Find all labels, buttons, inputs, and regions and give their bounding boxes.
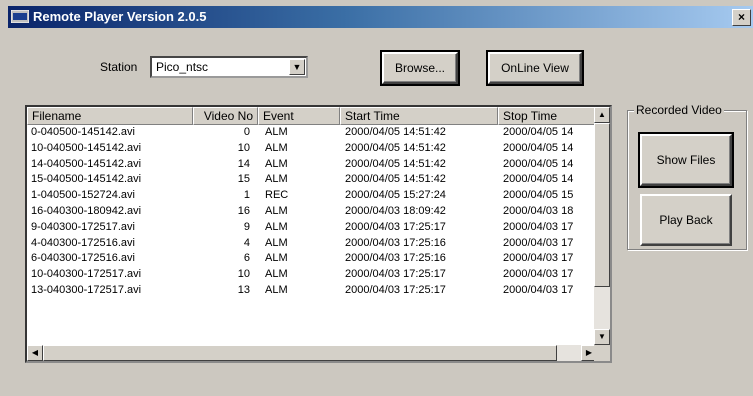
cell-start-time: 2000/04/03 17:25:17	[345, 284, 446, 296]
table-row[interactable]: 1-040500-152724.avi 1 REC 2000/04/05 15:27:…	[27, 188, 597, 204]
table-row[interactable]: 4-040300-172516.avi 4 ALM 2000/04/03 17:25:…	[27, 236, 597, 252]
station-dropdown[interactable]: Pico_ntsc ▼	[150, 56, 308, 78]
cell-event: ALM	[265, 284, 288, 296]
column-header-stop-time[interactable]: Stop Time	[498, 107, 597, 125]
cell-filename: 15-040500-145142.avi	[31, 173, 142, 186]
cell-video-no: 0	[243, 126, 250, 138]
scroll-down-icon[interactable]: ▼	[594, 329, 610, 345]
cell-start-time: 2000/04/05 15:27:24	[345, 189, 446, 202]
online-view-button-label: OnLine View	[501, 61, 569, 75]
cell-stop-time: 2000/04/05 14	[503, 126, 574, 138]
recorded-video-group-label: Recorded Video	[634, 103, 724, 117]
cell-start-time: 2000/04/03 17:25:17	[345, 220, 446, 233]
title-bar[interactable]: Remote Player Version 2.0.5 ×	[8, 6, 753, 28]
cell-filename: 10-040300-172517.avi	[31, 268, 142, 281]
scroll-up-icon[interactable]: ▲	[594, 107, 610, 123]
cell-stop-time: 2000/04/03 17	[503, 284, 574, 296]
horizontal-scrollbar[interactable]: ◀ ▶	[27, 345, 597, 361]
horizontal-scroll-thumb[interactable]	[43, 345, 557, 361]
browse-button[interactable]: Browse...	[380, 50, 460, 86]
cell-stop-time: 2000/04/05 14	[503, 141, 574, 154]
vertical-scroll-thumb[interactable]	[594, 123, 610, 287]
remote-player-window: Remote Player Version 2.0.5 × Station Pi…	[0, 0, 753, 396]
cell-start-time: 2000/04/03 18:09:42	[345, 205, 446, 217]
cell-stop-time: 2000/04/05 14	[503, 157, 574, 170]
cell-event: ALM	[265, 126, 288, 138]
cell-start-time: 2000/04/05 14:51:42	[345, 157, 446, 170]
cell-video-no: 4	[243, 236, 250, 249]
cell-video-no: 15	[237, 173, 250, 186]
column-header-start-time[interactable]: Start Time	[340, 107, 498, 125]
online-view-button[interactable]: OnLine View	[486, 50, 584, 86]
cell-filename: 9-040300-172517.avi	[31, 220, 135, 233]
cell-event: ALM	[265, 220, 288, 233]
cell-video-no: 9	[243, 220, 250, 233]
table-row[interactable]: 6-040300-172516.avi 6 ALM 2000/04/03 17:25:…	[27, 251, 597, 267]
show-files-button[interactable]: Show Files	[638, 132, 734, 188]
cell-filename: 0-040500-145142.avi	[31, 126, 135, 138]
scroll-left-icon[interactable]: ◀	[27, 345, 43, 361]
cell-stop-time: 2000/04/03 17	[503, 252, 574, 265]
cell-event: ALM	[265, 268, 288, 281]
table-row[interactable]: 16-040300-180942.avi 16 ALM 2000/04/03 18:0…	[27, 204, 597, 220]
cell-event: ALM	[265, 236, 288, 249]
column-header-video-no[interactable]: Video No	[193, 107, 258, 125]
cell-event: ALM	[265, 252, 288, 265]
cell-start-time: 2000/04/05 14:51:42	[345, 126, 446, 138]
cell-event: ALM	[265, 205, 288, 217]
table-row[interactable]: 15-040500-145142.avi 15 ALM 2000/04/05 14:5…	[27, 172, 597, 188]
table-row[interactable]: 10-040300-172517.avi 10 ALM 2000/04/03 17:2…	[27, 267, 597, 283]
table-row[interactable]: 13-040300-172517.avi 13 ALM 2000/04/03 17:2…	[27, 283, 597, 299]
cell-stop-time: 2000/04/05 14	[503, 173, 574, 186]
station-label: Station	[100, 60, 138, 74]
cell-filename: 14-040500-145142.avi	[31, 157, 142, 170]
cell-filename: 6-040300-172516.avi	[31, 252, 135, 265]
table-row[interactable]: 9-040300-172517.avi 9 ALM 2000/04/03 17:25:…	[27, 220, 597, 236]
cell-start-time: 2000/04/05 14:51:42	[345, 173, 446, 186]
table-row[interactable]: 0-040500-145142.avi 0 ALM 2000/04/05 14:51:…	[27, 125, 597, 141]
cell-video-no: 10	[237, 268, 250, 281]
column-header-event[interactable]: Event	[258, 107, 340, 125]
cell-video-no: 6	[243, 252, 250, 265]
show-files-button-label: Show Files	[656, 153, 716, 167]
play-back-button[interactable]: Play Back	[640, 194, 732, 246]
cell-video-no: 10	[237, 141, 250, 154]
table-row[interactable]: 14-040500-145142.avi 14 ALM 2000/04/05 14:5…	[27, 157, 597, 173]
cell-video-no: 16	[237, 205, 250, 217]
cell-video-no: 14	[237, 157, 250, 170]
cell-event: REC	[265, 189, 289, 202]
close-button[interactable]: ×	[732, 9, 751, 26]
cell-start-time: 2000/04/03 17:25:16	[345, 252, 446, 265]
cell-start-time: 2000/04/03 17:25:17	[345, 268, 446, 281]
cell-filename: 10-040500-145142.avi	[31, 141, 142, 154]
recorded-files-list[interactable]: Filename Video No Event Start Time Stop …	[25, 105, 612, 363]
window-title: Remote Player Version 2.0.5	[33, 9, 207, 24]
scroll-corner	[594, 345, 610, 361]
cell-event: ALM	[265, 157, 288, 170]
play-back-button-label: Play Back	[659, 213, 713, 227]
cell-stop-time: 2000/04/03 17	[503, 236, 574, 249]
cell-filename: 16-040300-180942.avi	[31, 205, 142, 217]
cell-filename: 13-040300-172517.avi	[31, 284, 142, 296]
cell-event: ALM	[265, 141, 288, 154]
cell-stop-time: 2000/04/03 17	[503, 268, 574, 281]
cell-event: ALM	[265, 173, 288, 186]
cell-start-time: 2000/04/05 14:51:42	[345, 141, 446, 154]
cell-filename: 4-040300-172516.avi	[31, 236, 135, 249]
vertical-scrollbar[interactable]: ▲ ▼	[594, 107, 610, 345]
chevron-down-icon[interactable]: ▼	[289, 59, 305, 75]
station-value: Pico_ntsc	[156, 60, 209, 74]
table-row[interactable]: 10-040500-145142.avi 10 ALM 2000/04/05 14:5…	[27, 141, 597, 157]
cell-stop-time: 2000/04/05 15	[503, 189, 574, 202]
cell-stop-time: 2000/04/03 18	[503, 205, 574, 217]
cell-video-no: 1	[243, 189, 250, 202]
cell-start-time: 2000/04/03 17:25:16	[345, 236, 446, 249]
browse-button-label: Browse...	[394, 61, 445, 75]
cell-video-no: 13	[237, 284, 250, 296]
cell-filename: 1-040500-152724.avi	[31, 189, 135, 202]
cell-stop-time: 2000/04/03 17	[503, 220, 574, 233]
column-header-filename[interactable]: Filename	[27, 107, 193, 125]
app-window-icon	[11, 10, 29, 23]
